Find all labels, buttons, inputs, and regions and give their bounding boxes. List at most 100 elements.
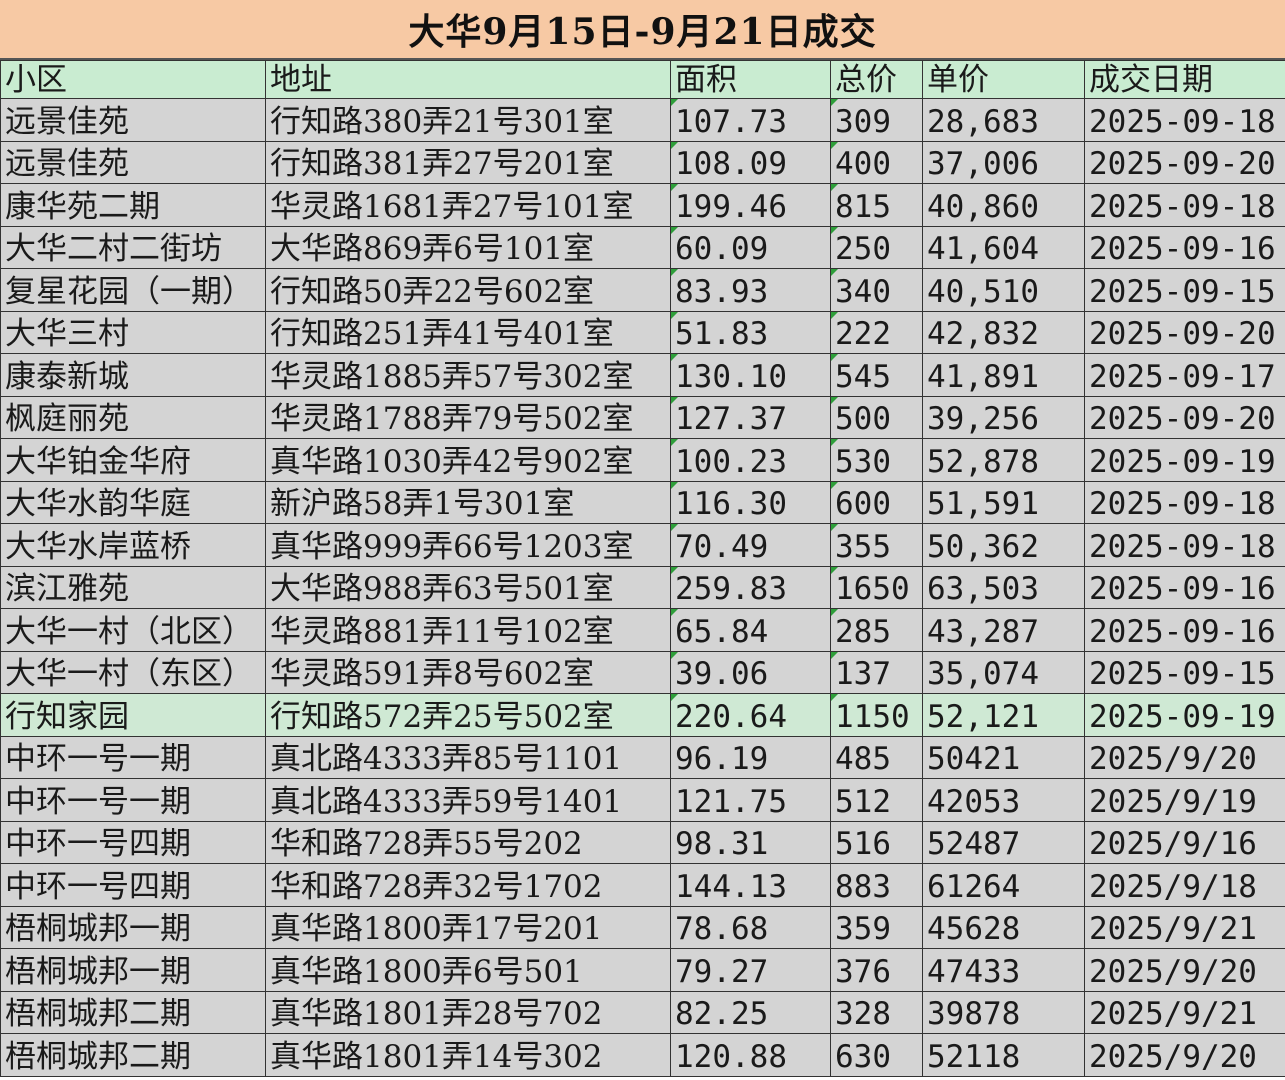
cell-date[interactable]: 2025-09-16: [1084, 565, 1285, 609]
cell-unit[interactable]: 43,287: [922, 608, 1085, 652]
cell-name[interactable]: 远景佳苑: [0, 140, 266, 184]
cell-unit[interactable]: 42053: [922, 778, 1085, 822]
cell-area[interactable]: 199.46: [670, 183, 831, 227]
header-address[interactable]: 地址: [265, 60, 671, 99]
cell-total[interactable]: 137: [830, 650, 923, 694]
cell-unit[interactable]: 41,604: [922, 225, 1085, 269]
cell-area[interactable]: 120.88: [670, 1033, 831, 1077]
cell-unit[interactable]: 50421: [922, 735, 1085, 779]
cell-area[interactable]: 130.10: [670, 353, 831, 397]
cell-date[interactable]: 2025/9/18: [1084, 863, 1285, 907]
cell-total[interactable]: 340: [830, 268, 923, 312]
cell-unit[interactable]: 37,006: [922, 140, 1085, 184]
cell-unit[interactable]: 40,510: [922, 268, 1085, 312]
cell-address[interactable]: 行知路251弄41号401室: [265, 310, 671, 354]
cell-area[interactable]: 144.13: [670, 863, 831, 907]
cell-area[interactable]: 116.30: [670, 480, 831, 524]
cell-name[interactable]: 梧桐城邦一期: [0, 948, 266, 992]
cell-area[interactable]: 100.23: [670, 438, 831, 482]
cell-address[interactable]: 大华路869弄6号101室: [265, 225, 671, 269]
cell-unit[interactable]: 45628: [922, 905, 1085, 949]
cell-total[interactable]: 359: [830, 905, 923, 949]
cell-total[interactable]: 400: [830, 140, 923, 184]
header-unit[interactable]: 单价: [922, 60, 1085, 99]
cell-unit[interactable]: 52,878: [922, 438, 1085, 482]
cell-unit[interactable]: 39878: [922, 990, 1085, 1034]
cell-unit[interactable]: 52487: [922, 820, 1085, 864]
cell-total[interactable]: 250: [830, 225, 923, 269]
cell-unit[interactable]: 39,256: [922, 395, 1085, 439]
cell-name[interactable]: 康泰新城: [0, 353, 266, 397]
header-name[interactable]: 小区: [0, 60, 266, 99]
cell-total[interactable]: 285: [830, 608, 923, 652]
cell-date[interactable]: 2025-09-18: [1084, 183, 1285, 227]
cell-date[interactable]: 2025-09-20: [1084, 395, 1285, 439]
cell-name[interactable]: 梧桐城邦二期: [0, 990, 266, 1034]
cell-address[interactable]: 华和路728弄55号202: [265, 820, 671, 864]
cell-address[interactable]: 华灵路1788弄79号502室: [265, 395, 671, 439]
cell-address[interactable]: 真华路1801弄28号702: [265, 990, 671, 1034]
cell-unit[interactable]: 50,362: [922, 523, 1085, 567]
cell-total[interactable]: 516: [830, 820, 923, 864]
cell-total[interactable]: 355: [830, 523, 923, 567]
cell-address[interactable]: 行知路381弄27号201室: [265, 140, 671, 184]
cell-address[interactable]: 行知路380弄21号301室: [265, 98, 671, 142]
cell-name[interactable]: 大华铂金华府: [0, 438, 266, 482]
cell-date[interactable]: 2025-09-20: [1084, 140, 1285, 184]
cell-date[interactable]: 2025/9/21: [1084, 905, 1285, 949]
cell-area[interactable]: 60.09: [670, 225, 831, 269]
cell-area[interactable]: 220.64: [670, 693, 831, 737]
cell-area[interactable]: 121.75: [670, 778, 831, 822]
cell-area[interactable]: 108.09: [670, 140, 831, 184]
cell-address[interactable]: 华灵路1681弄27号101室: [265, 183, 671, 227]
cell-total[interactable]: 485: [830, 735, 923, 779]
header-date[interactable]: 成交日期: [1084, 60, 1285, 99]
cell-name[interactable]: 远景佳苑: [0, 98, 266, 142]
cell-area[interactable]: 78.68: [670, 905, 831, 949]
cell-date[interactable]: 2025-09-19: [1084, 438, 1285, 482]
cell-area[interactable]: 51.83: [670, 310, 831, 354]
cell-area[interactable]: 96.19: [670, 735, 831, 779]
cell-address[interactable]: 新沪路58弄1号301室: [265, 480, 671, 524]
cell-total[interactable]: 222: [830, 310, 923, 354]
cell-total[interactable]: 530: [830, 438, 923, 482]
cell-date[interactable]: 2025-09-20: [1084, 310, 1285, 354]
cell-address[interactable]: 真华路1800弄17号201: [265, 905, 671, 949]
cell-total[interactable]: 545: [830, 353, 923, 397]
cell-unit[interactable]: 51,591: [922, 480, 1085, 524]
cell-unit[interactable]: 52,121: [922, 693, 1085, 737]
cell-unit[interactable]: 63,503: [922, 565, 1085, 609]
cell-name[interactable]: 大华水韵华庭: [0, 480, 266, 524]
cell-date[interactable]: 2025-09-18: [1084, 98, 1285, 142]
cell-total[interactable]: 630: [830, 1033, 923, 1077]
cell-total[interactable]: 309: [830, 98, 923, 142]
cell-address[interactable]: 真北路4333弄59号1401: [265, 778, 671, 822]
cell-name[interactable]: 大华二村二街坊: [0, 225, 266, 269]
cell-total[interactable]: 328: [830, 990, 923, 1034]
cell-area[interactable]: 83.93: [670, 268, 831, 312]
cell-name[interactable]: 中环一号一期: [0, 735, 266, 779]
cell-address[interactable]: 真华路1801弄14号302: [265, 1033, 671, 1077]
cell-date[interactable]: 2025-09-15: [1084, 268, 1285, 312]
cell-address[interactable]: 华灵路591弄8号602室: [265, 650, 671, 694]
cell-area[interactable]: 259.83: [670, 565, 831, 609]
cell-name[interactable]: 大华三村: [0, 310, 266, 354]
cell-area[interactable]: 127.37: [670, 395, 831, 439]
cell-area[interactable]: 82.25: [670, 990, 831, 1034]
cell-name[interactable]: 行知家园: [0, 693, 266, 737]
cell-date[interactable]: 2025/9/20: [1084, 1033, 1285, 1077]
cell-total[interactable]: 600: [830, 480, 923, 524]
cell-area[interactable]: 65.84: [670, 608, 831, 652]
cell-total[interactable]: 883: [830, 863, 923, 907]
cell-total[interactable]: 376: [830, 948, 923, 992]
cell-total[interactable]: 500: [830, 395, 923, 439]
cell-unit[interactable]: 52118: [922, 1033, 1085, 1077]
cell-area[interactable]: 107.73: [670, 98, 831, 142]
cell-date[interactable]: 2025-09-18: [1084, 480, 1285, 524]
cell-name[interactable]: 中环一号四期: [0, 820, 266, 864]
cell-name[interactable]: 大华一村（东区）: [0, 650, 266, 694]
cell-date[interactable]: 2025-09-17: [1084, 353, 1285, 397]
cell-date[interactable]: 2025/9/21: [1084, 990, 1285, 1034]
cell-unit[interactable]: 47433: [922, 948, 1085, 992]
cell-date[interactable]: 2025/9/20: [1084, 735, 1285, 779]
